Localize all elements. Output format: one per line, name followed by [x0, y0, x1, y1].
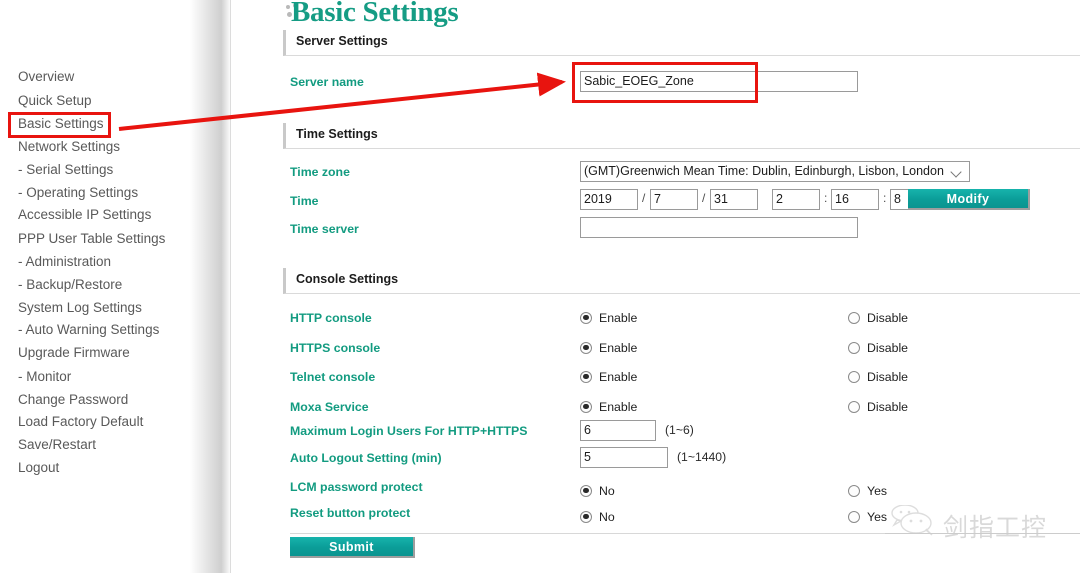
https-console-enable-radio[interactable]: Enable	[580, 339, 637, 357]
radio-label: No	[599, 483, 615, 498]
section-header-console-settings: Console Settings	[283, 268, 1080, 294]
max-login-users-input[interactable]: 6	[580, 420, 656, 441]
radio-label: Yes	[867, 483, 888, 498]
time-server-input[interactable]	[580, 217, 858, 238]
sidebar-item-overview[interactable]: Overview	[18, 69, 74, 85]
moxa-service-enable-radio[interactable]: Enable	[580, 398, 637, 416]
time-zone-label: Time zone	[290, 165, 350, 179]
radio-indicator	[580, 484, 592, 497]
watermark: 剑指工控	[885, 504, 1080, 555]
radio-indicator	[580, 510, 592, 523]
radio-indicator	[848, 510, 860, 523]
radio-indicator	[580, 370, 592, 383]
radio-indicator	[848, 484, 860, 497]
reset-button-protect-label: Reset button protect	[290, 506, 411, 520]
radio-label: Enable	[599, 340, 638, 355]
sidebar-item-upgrade-firmware[interactable]: Upgrade Firmware	[18, 345, 130, 361]
time-server-label: Time server	[290, 222, 359, 236]
modify-button[interactable]: Modify	[908, 189, 1030, 210]
section-header-server-settings: Server Settings	[283, 30, 1080, 56]
auto-logout-label: Auto Logout Setting (min)	[290, 451, 442, 465]
sidebar-item-monitor[interactable]: - Monitor	[18, 369, 71, 385]
radio-indicator	[580, 400, 592, 413]
sidebar-item-load-factory-default[interactable]: Load Factory Default	[18, 414, 143, 430]
sidebar-item-network-settings[interactable]: Network Settings	[18, 139, 120, 155]
reset-button-protect-yes-radio[interactable]: Yes	[848, 508, 887, 526]
sidebar-item-backup-restore[interactable]: - Backup/Restore	[18, 277, 122, 293]
submit-button[interactable]: Submit	[290, 537, 415, 558]
https-console-label: HTTPS console	[290, 341, 381, 355]
sidebar-item-administration[interactable]: - Administration	[18, 254, 111, 270]
time-minute-input[interactable]: 16	[831, 189, 879, 210]
server-name-label: Server name	[290, 75, 364, 89]
watermark-line	[885, 533, 1080, 534]
http-console-enable-radio[interactable]: Enable	[580, 309, 637, 327]
date-separator-2: /	[702, 191, 706, 205]
main-content: Basic Settings Server Settings Server na…	[231, 0, 1080, 573]
sidebar-item-basic-settings[interactable]: Basic Settings	[18, 116, 104, 132]
sidebar-item-save-restart[interactable]: Save/Restart	[18, 437, 96, 453]
sidebar-item-change-password[interactable]: Change Password	[18, 392, 128, 408]
time-zone-select[interactable]: (GMT)Greenwich Mean Time: Dublin, Edinbu…	[580, 161, 970, 182]
lcm-password-protect-yes-radio[interactable]: Yes	[848, 482, 887, 500]
time-separator-1: :	[824, 191, 828, 205]
sidebar-divider-gradient	[190, 0, 230, 573]
radio-indicator	[848, 341, 860, 354]
moxa-service-disable-radio[interactable]: Disable	[848, 398, 908, 416]
sidebar-item-logout[interactable]: Logout	[18, 460, 59, 476]
page-title: Basic Settings	[291, 0, 459, 28]
radio-label: Enable	[599, 310, 638, 325]
radio-label: No	[599, 509, 615, 524]
telnet-console-label: Telnet console	[290, 370, 376, 384]
section-header-time-settings: Time Settings	[283, 123, 1080, 149]
telnet-console-disable-radio[interactable]: Disable	[848, 368, 908, 386]
lcm-password-protect-no-radio[interactable]: No	[580, 482, 615, 500]
radio-indicator	[848, 311, 860, 324]
sidebar-navigation: Overview Quick Setup Basic Settings Netw…	[0, 0, 190, 573]
radio-label: Enable	[599, 369, 638, 384]
sidebar-item-auto-warning-settings[interactable]: - Auto Warning Settings	[18, 322, 159, 338]
radio-label: Disable	[867, 340, 909, 355]
radio-label: Disable	[867, 399, 909, 414]
sidebar-item-serial-settings[interactable]: - Serial Settings	[18, 162, 113, 178]
sidebar-item-ppp-user-table-settings[interactable]: PPP User Table Settings	[18, 231, 165, 247]
time-separator-2: :	[883, 191, 887, 205]
https-console-disable-radio[interactable]: Disable	[848, 339, 908, 357]
auto-logout-input[interactable]: 5	[580, 447, 668, 468]
radio-indicator	[580, 341, 592, 354]
http-console-disable-radio[interactable]: Disable	[848, 309, 908, 327]
moxa-service-label: Moxa Service	[290, 400, 369, 414]
time-label: Time	[290, 194, 319, 208]
auto-logout-hint: (1~1440)	[677, 450, 727, 464]
lcm-password-protect-label: LCM password protect	[290, 480, 423, 494]
reset-button-protect-no-radio[interactable]: No	[580, 508, 615, 526]
radio-label: Enable	[599, 399, 638, 414]
radio-indicator	[580, 311, 592, 324]
max-login-users-label: Maximum Login Users For HTTP+HTTPS	[290, 424, 528, 438]
radio-label: Disable	[867, 310, 909, 325]
radio-indicator	[848, 370, 860, 383]
time-year-input[interactable]: 2019	[580, 189, 638, 210]
time-day-input[interactable]: 31	[710, 189, 758, 210]
telnet-console-enable-radio[interactable]: Enable	[580, 368, 637, 386]
time-hour-input[interactable]: 2	[772, 189, 820, 210]
max-login-users-hint: (1~6)	[665, 423, 694, 437]
sidebar-item-system-log-settings[interactable]: System Log Settings	[18, 300, 142, 316]
http-console-label: HTTP console	[290, 311, 372, 325]
watermark-text: 剑指工控	[943, 513, 1048, 542]
sidebar-item-operating-settings[interactable]: - Operating Settings	[18, 185, 138, 201]
server-name-input[interactable]: Sabic_EOEG_Zone	[580, 71, 858, 92]
time-month-input[interactable]: 7	[650, 189, 698, 210]
sidebar-item-accessible-ip-settings[interactable]: Accessible IP Settings	[18, 207, 151, 223]
sidebar-item-quick-setup[interactable]: Quick Setup	[18, 93, 92, 109]
radio-label: Disable	[867, 369, 909, 384]
radio-indicator	[848, 400, 860, 413]
date-separator-1: /	[642, 191, 646, 205]
